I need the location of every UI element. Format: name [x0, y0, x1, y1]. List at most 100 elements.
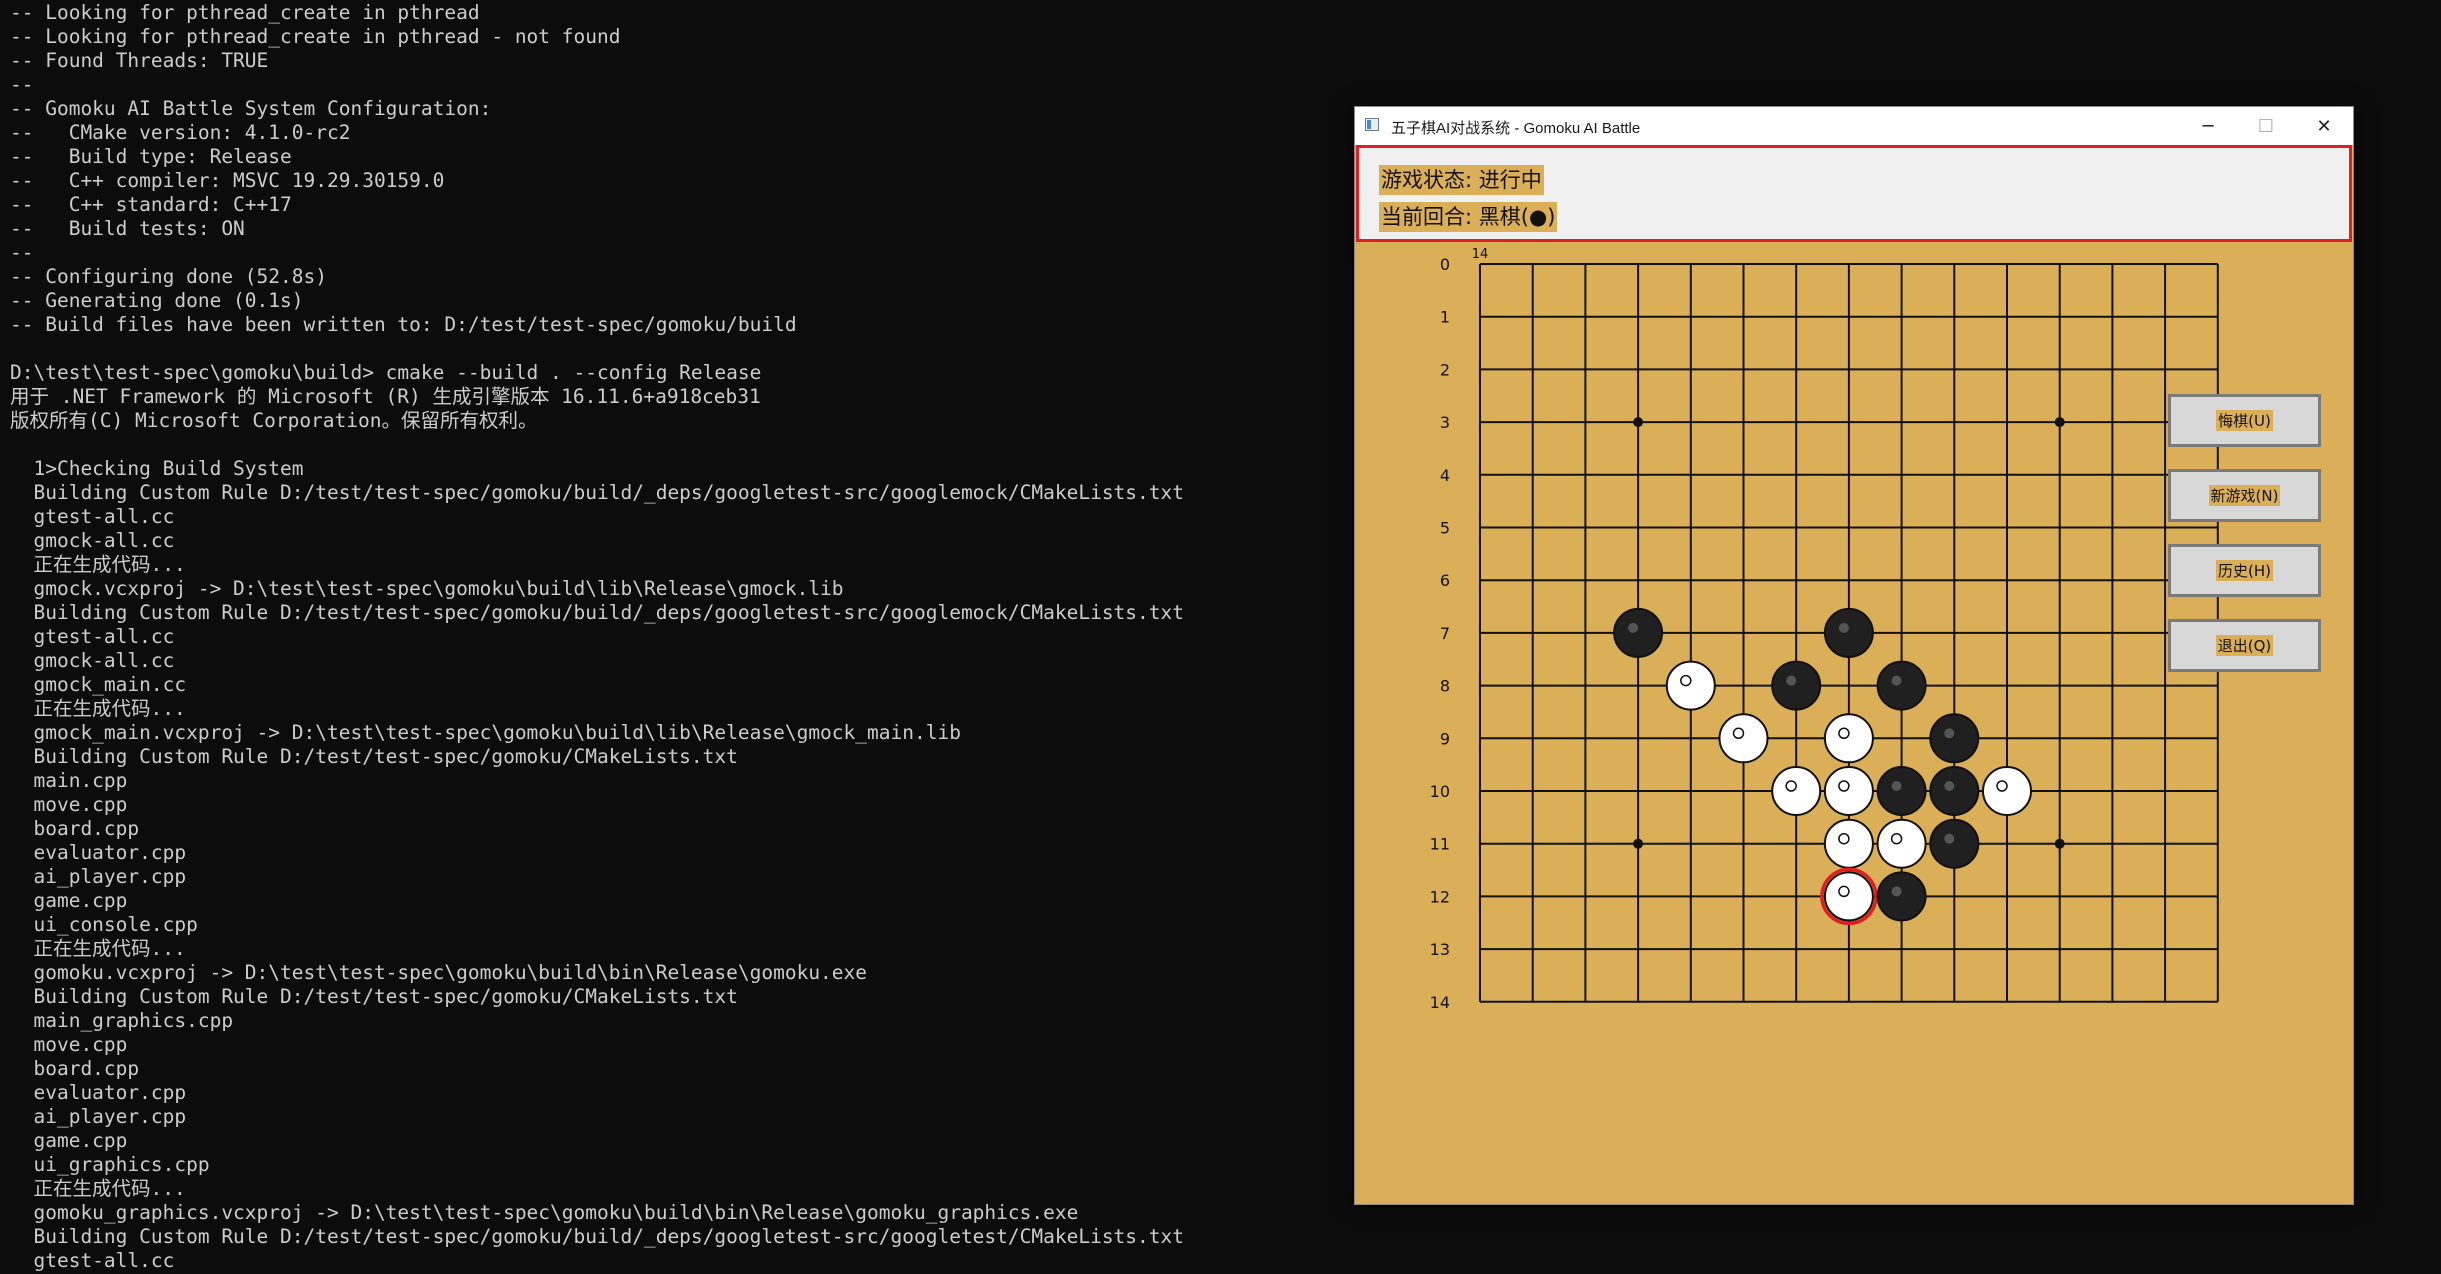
terminal-line: gtest-all.cc [10, 625, 175, 648]
terminal-line: gomoku.vcxproj -> D:\test\test-spec\gomo… [10, 961, 868, 984]
close-button[interactable]: ✕ [2295, 107, 2353, 145]
stone-highlight [1838, 780, 1850, 792]
history-button[interactable]: 历史(H) [2168, 544, 2321, 597]
black-stone [1929, 766, 1980, 816]
stone-highlight [1838, 885, 1850, 898]
stone-highlight [1732, 727, 1745, 740]
game-state-label: 游戏状态: 进行中 [1379, 165, 1544, 195]
row-label: 4 [1440, 466, 1450, 485]
terminal-line: main_graphics.cpp [10, 1009, 234, 1032]
terminal-line: -- [10, 73, 34, 96]
current-turn-label: 当前回合: 黑棋(●) [1379, 202, 1558, 232]
row-label: 9 [1440, 729, 1450, 748]
terminal-line: ai_player.cpp [10, 865, 187, 888]
terminal-line: 1>Checking Build System [10, 457, 304, 480]
black-stone [1823, 607, 1874, 658]
black-stone [1929, 713, 1980, 764]
terminal-line: evaluator.cpp [10, 841, 187, 864]
black-stone [1876, 660, 1927, 711]
terminal-line: -- C++ compiler: MSVC 19.29.30159.0 [10, 169, 445, 192]
row-label: 11 [1430, 835, 1450, 854]
white-stone [1823, 713, 1874, 764]
terminal-line: -- Build type: Release [10, 145, 292, 168]
title-bar[interactable]: 五子棋AI对战系统 - Gomoku AI Battle ─ ☐ ✕ [1355, 107, 2353, 145]
history-button-label: 历史(H) [2216, 560, 2273, 581]
row-label: 1 [1440, 308, 1450, 327]
terminal-line: D:\test\test-spec\gomoku\build> cmake --… [10, 361, 762, 384]
white-stone [1771, 766, 1822, 816]
window-title: 五子棋AI对战系统 - Gomoku AI Battle [1391, 120, 1641, 137]
terminal-line: gtest-all.cc [10, 1249, 175, 1272]
maximize-button[interactable]: ☐ [2237, 107, 2295, 145]
white-stone [1823, 818, 1874, 869]
row-label: 5 [1440, 519, 1450, 538]
terminal-line: move.cpp [10, 1033, 128, 1056]
terminal-line: -- Build files have been written to: D:/… [10, 313, 797, 336]
terminal-line: Building Custom Rule D:/test/test-spec/g… [10, 1225, 1184, 1248]
terminal-line: gmock_main.vcxproj -> D:\test\test-spec\… [10, 721, 961, 744]
white-stone [1823, 871, 1874, 922]
stone-highlight [1838, 622, 1849, 633]
terminal-line: gmock.vcxproj -> D:\test\test-spec\gomok… [10, 577, 844, 600]
black-stone [1771, 660, 1822, 711]
row-label: 0 [1440, 255, 1450, 274]
minimize-button[interactable]: ─ [2179, 107, 2237, 145]
stone-highlight [1785, 780, 1797, 792]
stone-highlight [1786, 675, 1797, 686]
terminal-line: game.cpp [10, 889, 128, 912]
terminal-line: -- Configuring done (52.8s) [10, 265, 327, 288]
terminal-line: Building Custom Rule D:/test/test-spec/g… [10, 745, 738, 768]
terminal-line: -- Looking for pthread_create in pthread… [10, 25, 621, 48]
new-game-button-label: 新游戏(N) [2208, 485, 2281, 506]
terminal-line: ui_graphics.cpp [10, 1153, 210, 1176]
gomoku-window: 五子棋AI对战系统 - Gomoku AI Battle ─ ☐ ✕ 游戏状态:… [1354, 106, 2354, 1205]
black-stone [1613, 607, 1664, 658]
terminal-line: Building Custom Rule D:/test/test-spec/g… [10, 601, 1184, 624]
stone-highlight [1891, 675, 1902, 686]
status-panel: 游戏状态: 进行中 当前回合: 黑棋(●) [1356, 145, 2352, 242]
terminal-line: 正在生成代码... [10, 1177, 186, 1200]
star-point [2054, 417, 2065, 428]
undo-button[interactable]: 悔棋(U) [2168, 394, 2321, 447]
terminal-line: game.cpp [10, 1129, 128, 1152]
terminal-line: main.cpp [10, 769, 128, 792]
row-label: 14 [1430, 993, 1450, 1012]
stone-highlight [1891, 781, 1902, 791]
white-stone [1876, 818, 1927, 869]
terminal-line: evaluator.cpp [10, 1081, 187, 1104]
terminal-line: Building Custom Rule D:/test/test-spec/g… [10, 481, 1184, 504]
stone-highlight [1996, 780, 2008, 792]
black-stone [1876, 766, 1927, 816]
terminal-line: 版权所有(C) Microsoft Corporation。保留所有权利。 [10, 409, 538, 432]
row-label: 6 [1440, 571, 1450, 590]
terminal-line: ui_console.cpp [10, 913, 198, 936]
star-point [2054, 838, 2065, 849]
white-stone [1982, 766, 2032, 816]
stone-highlight [1944, 781, 1955, 791]
stone-highlight [1628, 622, 1639, 633]
terminal-line: gmock-all.cc [10, 529, 175, 552]
black-stone [1876, 871, 1927, 922]
black-stone [1929, 818, 1980, 869]
terminal-line: gmock_main.cc [10, 673, 187, 696]
star-point [1633, 838, 1644, 849]
app-icon [1365, 118, 1379, 131]
new-game-button[interactable]: 新游戏(N) [2168, 469, 2321, 522]
terminal-line: Building Custom Rule D:/test/test-spec/g… [10, 985, 738, 1008]
terminal-line: -- [10, 241, 34, 264]
terminal-line: 正在生成代码... [10, 553, 186, 576]
terminal-line: -- Gomoku AI Battle System Configuration… [10, 97, 492, 120]
terminal-line: -- Generating done (0.1s) [10, 289, 304, 312]
row-label: 10 [1430, 782, 1450, 801]
stone-highlight [1944, 833, 1955, 844]
row-label: 12 [1430, 887, 1450, 906]
terminal-line: ai_player.cpp [10, 1105, 187, 1128]
gomoku-board[interactable]: 1401234567891011121314 [1355, 242, 2353, 1204]
terminal-line: gtest-all.cc [10, 505, 175, 528]
exit-button[interactable]: 退出(Q) [2168, 619, 2321, 672]
terminal-line: 正在生成代码... [10, 937, 186, 960]
terminal-line: -- Found Threads: TRUE [10, 49, 269, 72]
terminal-line: board.cpp [10, 817, 140, 840]
